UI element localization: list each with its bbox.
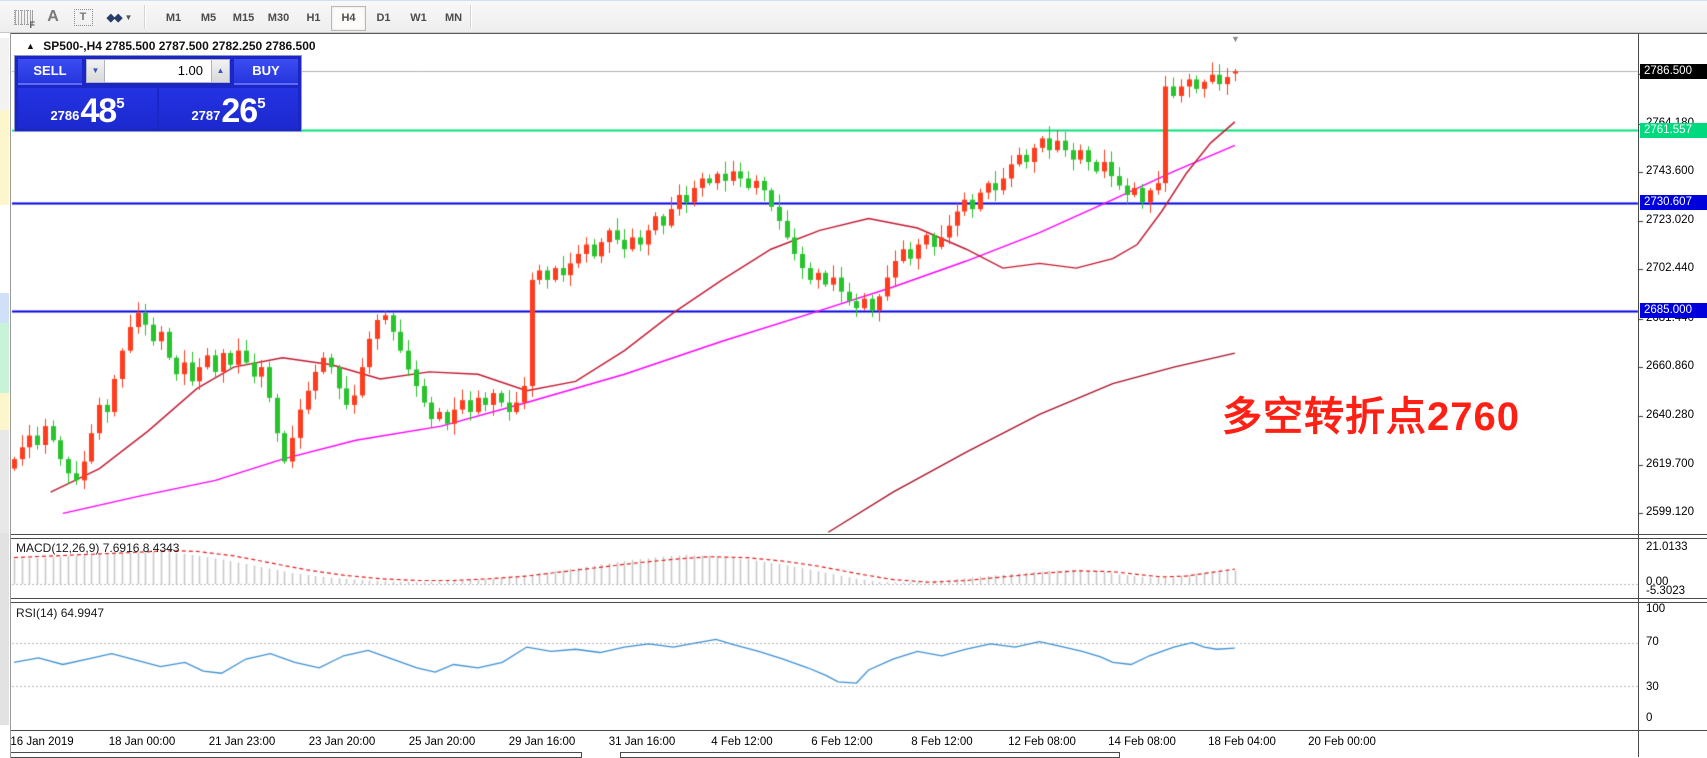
- chart-symbol: SP500-,H4: [43, 39, 102, 53]
- tf-mn-button[interactable]: MN: [436, 6, 471, 31]
- time-axis-label: 6 Feb 12:00: [811, 736, 872, 748]
- chart-shift-marker-icon[interactable]: ▼: [1231, 34, 1240, 44]
- tf-h4-button[interactable]: H4: [331, 6, 366, 31]
- time-axis-label: 8 Feb 12:00: [911, 736, 972, 748]
- toolbar-separator: [470, 5, 472, 29]
- tf-d1-button[interactable]: D1: [366, 6, 401, 31]
- macd-value-main: 7.6916: [103, 541, 140, 555]
- volume-input[interactable]: 1.00: [105, 59, 211, 83]
- toolbar: F A T ◆◆ ▼ M1 M5 M15 M30 H1 H4 D1 W1 MN: [0, 0, 1707, 33]
- indicator-axis-tick: 100: [1646, 603, 1665, 615]
- timeframe-group: M1 M5 M15 M30 H1 H4 D1 W1 MN: [156, 6, 471, 31]
- ask-big: 26: [221, 96, 257, 126]
- dropdown-caret-icon[interactable]: ▼: [125, 13, 132, 22]
- price-level-badge: 2730.607: [1640, 195, 1707, 210]
- ask-sup: 5: [257, 95, 265, 112]
- minimized-window-fragment[interactable]: [6, 752, 582, 758]
- docked-panel-row: [0, 533, 9, 725]
- indicator-axis-tick: 70: [1646, 636, 1659, 648]
- mt4-window: F A T ◆◆ ▼ M1 M5 M15 M30 H1 H4 D1 W1 MN: [0, 0, 1707, 758]
- time-axis-label: 21 Jan 23:00: [209, 736, 276, 748]
- chart-text-annotation: 多空转折点2760: [1222, 384, 1520, 442]
- tf-m1-button[interactable]: M1: [156, 6, 191, 31]
- time-axis-label: 18 Jan 00:00: [109, 736, 176, 748]
- indicator-axis-tick: -5.3023: [1646, 585, 1685, 597]
- macd-label: MACD(12,26,9) 7.6916 8.4343: [16, 541, 179, 555]
- time-axis-label: 25 Jan 20:00: [409, 736, 476, 748]
- toolbar-separator: [144, 5, 146, 29]
- time-axis-label: 12 Feb 08:00: [1008, 736, 1076, 748]
- cursor-diamond-icon[interactable]: ◆◆ ▼: [102, 6, 136, 28]
- docked-panel-row: [0, 205, 9, 293]
- indicator-axis-tick: 30: [1646, 681, 1659, 693]
- one-click-trade-panel: SELL ▼ 1.00 ▲ BUY 2786 48 5 2787 26 5: [14, 55, 302, 132]
- price-level-badge: 2685.000: [1640, 303, 1707, 318]
- text-box-icon[interactable]: T: [70, 6, 96, 28]
- time-axis-label: 18 Feb 04:00: [1208, 736, 1276, 748]
- grid-f-icon[interactable]: F: [10, 6, 36, 28]
- panel-separator[interactable]: [10, 598, 1707, 599]
- collapse-triangle-icon[interactable]: ▲: [26, 41, 35, 51]
- tf-m30-button[interactable]: M30: [261, 6, 296, 31]
- time-axis-label: 31 Jan 16:00: [609, 736, 676, 748]
- indicator-axis-tick: 0: [1646, 712, 1652, 724]
- docked-panel-row: [0, 393, 9, 430]
- volume-stepper: ▼ 1.00 ▲: [86, 59, 230, 83]
- price-axis-tick: 2743.600: [1646, 165, 1694, 177]
- docked-panel-row: [0, 38, 9, 110]
- letter-a-icon[interactable]: A: [42, 6, 64, 28]
- macd-value-signal: 8.4343: [143, 541, 180, 555]
- buy-button[interactable]: BUY: [234, 59, 298, 85]
- price-axis-tick: 2702.440: [1646, 262, 1694, 274]
- minimized-window-fragment[interactable]: [620, 752, 1120, 758]
- time-axis-label: 16 Jan 2019: [10, 736, 73, 748]
- price-axis-tick: 2660.860: [1646, 360, 1694, 372]
- time-axis-label: 23 Jan 20:00: [309, 736, 376, 748]
- panel-separator: [10, 602, 1707, 603]
- docked-panel-row: [0, 110, 9, 205]
- docked-panel-row: [0, 323, 9, 393]
- panel-separator[interactable]: [10, 534, 1707, 535]
- grid-f-icon-label: F: [30, 20, 36, 30]
- price-axis-tick: 2723.020: [1646, 214, 1694, 226]
- bid-big: 48: [80, 96, 116, 126]
- ohlc-open: 2785.500: [105, 39, 155, 53]
- indicator-axis-tick: 21.0133: [1646, 541, 1688, 553]
- bid-prefix: 2786: [50, 106, 79, 126]
- ohlc-high: 2787.500: [159, 39, 209, 53]
- price-level-badge: 2761.557: [1640, 123, 1707, 138]
- docked-panel-row: [0, 430, 9, 533]
- price-axis-border: [1638, 34, 1639, 757]
- ask-prefix: 2787: [191, 106, 220, 126]
- sell-button[interactable]: SELL: [18, 59, 82, 85]
- time-axis-label: 20 Feb 00:00: [1308, 736, 1376, 748]
- market-watch-edge: [0, 33, 11, 758]
- bid-sup: 5: [116, 95, 124, 112]
- volume-down-button[interactable]: ▼: [86, 59, 105, 83]
- rsi-label: RSI(14) 64.9947: [16, 606, 104, 620]
- bid-price-tile[interactable]: 2786 48 5: [18, 88, 157, 129]
- price-level-badge: 2786.500: [1640, 64, 1707, 79]
- chart-title: ▲ SP500-,H4 2785.500 2787.500 2782.250 2…: [26, 39, 316, 53]
- price-axis-tick: 2619.700: [1646, 458, 1694, 470]
- time-axis-border: [10, 730, 1707, 731]
- time-axis-label: 14 Feb 08:00: [1108, 736, 1176, 748]
- tf-h1-button[interactable]: H1: [296, 6, 331, 31]
- rsi-value: 64.9947: [61, 606, 104, 620]
- panel-separator: [10, 538, 1707, 539]
- ohlc-close: 2786.500: [266, 39, 316, 53]
- price-axis-tick: 2640.280: [1646, 409, 1694, 421]
- docked-panel-row: [0, 293, 9, 323]
- ohlc-low: 2782.250: [212, 39, 262, 53]
- price-axis-tick: 2599.120: [1646, 506, 1694, 518]
- tf-m5-button[interactable]: M5: [191, 6, 226, 31]
- tf-w1-button[interactable]: W1: [401, 6, 436, 31]
- time-axis-label: 4 Feb 12:00: [711, 736, 772, 748]
- time-axis-label: 29 Jan 16:00: [509, 736, 576, 748]
- ask-price-tile[interactable]: 2787 26 5: [159, 88, 298, 129]
- volume-up-button[interactable]: ▲: [211, 59, 230, 83]
- tf-m15-button[interactable]: M15: [226, 6, 261, 31]
